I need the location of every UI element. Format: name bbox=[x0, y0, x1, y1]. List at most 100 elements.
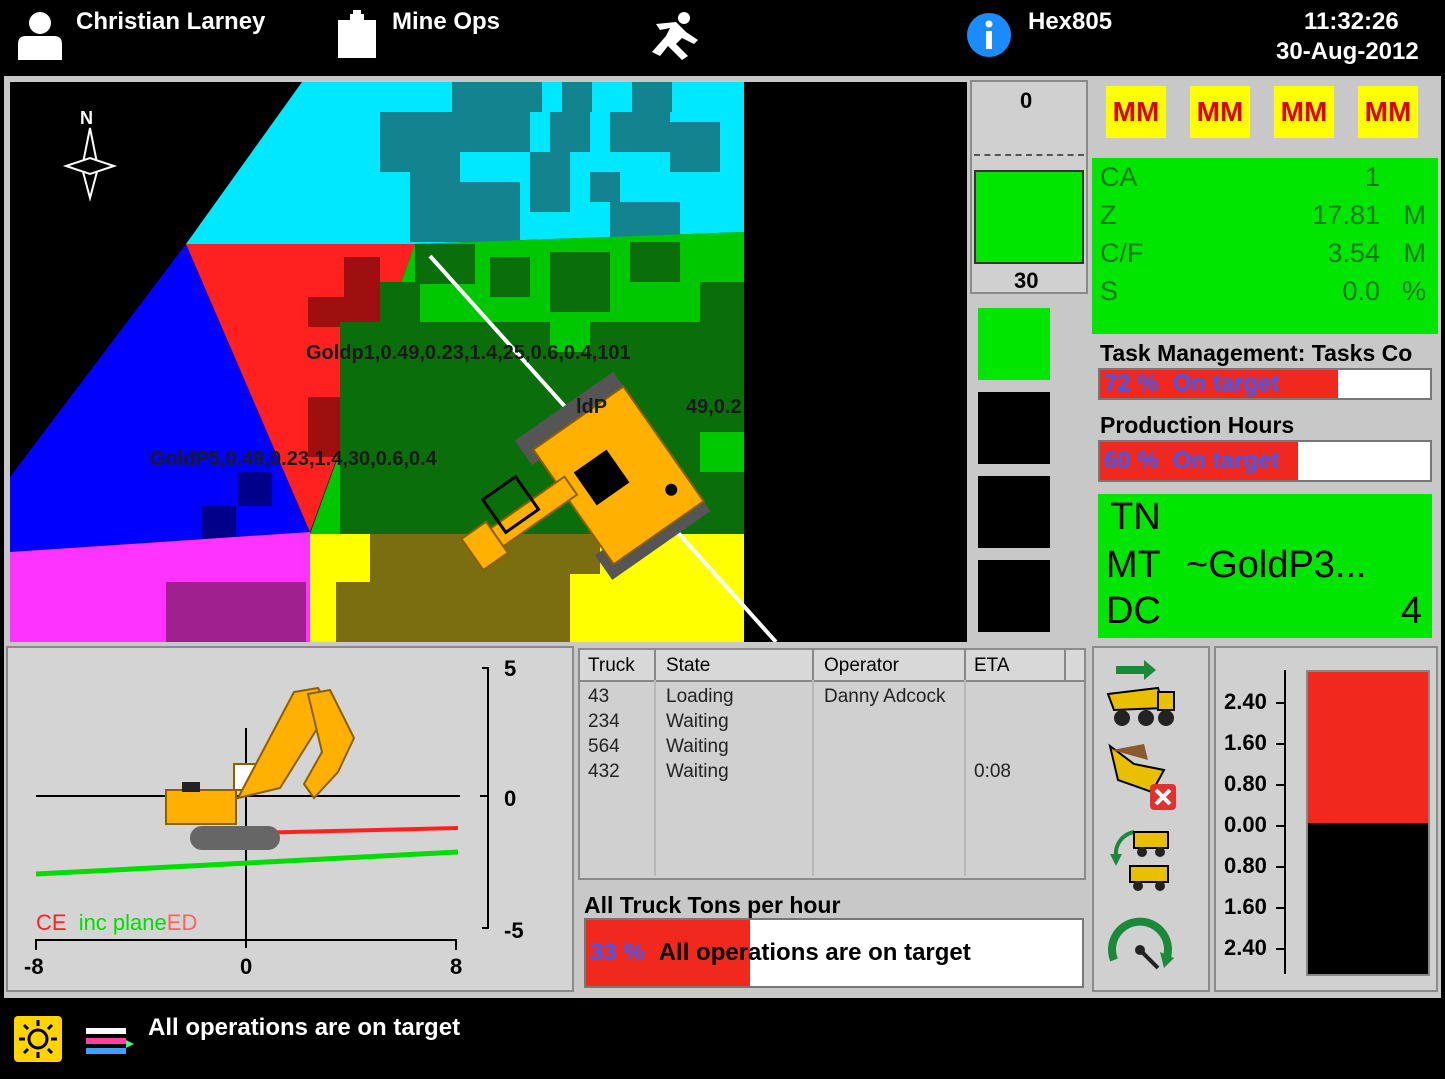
machine-id: Hex805 bbox=[1028, 8, 1113, 35]
footer-bar: All operations are on target bbox=[0, 998, 1445, 1079]
task-management-percent: 72 % bbox=[1104, 370, 1159, 397]
block-label: 49,0.2 bbox=[686, 396, 742, 418]
truck-state: Waiting bbox=[666, 711, 729, 732]
gauge-tick-label: 0.00 bbox=[1224, 812, 1267, 837]
truck-tons-title: All Truck Tons per hour bbox=[584, 892, 841, 918]
user-icon[interactable] bbox=[16, 10, 64, 60]
material-mt-key: MT bbox=[1106, 544, 1161, 586]
mm-button[interactable]: MM bbox=[1358, 86, 1418, 138]
column-header-truck[interactable]: Truck bbox=[588, 655, 635, 677]
gauge-tick-mark bbox=[1276, 866, 1286, 868]
gauge-tick-label: 1.60 bbox=[1224, 730, 1267, 755]
gauge-tick-mark bbox=[1276, 948, 1286, 950]
material-dc-value: 4 bbox=[1400, 590, 1422, 632]
mm-button[interactable]: MM bbox=[1274, 86, 1334, 138]
brightness-icon[interactable] bbox=[14, 1016, 62, 1062]
depth-fill bbox=[974, 170, 1084, 264]
table-header: Truck State Operator ETA bbox=[580, 650, 1084, 682]
info-icon[interactable] bbox=[966, 12, 1012, 58]
mm-button-bar: MM MM MM MM bbox=[1092, 80, 1438, 154]
indicator-light-2[interactable] bbox=[978, 392, 1050, 464]
production-hours-percent: 60 % bbox=[1104, 447, 1159, 474]
profile-y-tick: -5 bbox=[504, 918, 524, 943]
clock-date: 30-Aug-2012 bbox=[1276, 38, 1419, 65]
truck-operator: Danny Adcock bbox=[824, 686, 946, 707]
gauge-tick-mark bbox=[1276, 702, 1286, 704]
mm-button[interactable]: MM bbox=[1190, 86, 1250, 138]
task-management-message: On target bbox=[1172, 370, 1280, 397]
truck-state: Waiting bbox=[666, 761, 729, 782]
compass-north-label: N bbox=[80, 108, 93, 128]
gauge-tick-label: 0.80 bbox=[1224, 771, 1267, 796]
profile-x-tick: 8 bbox=[450, 954, 463, 979]
speed-gauge-icon[interactable] bbox=[1104, 910, 1180, 982]
column-header-state[interactable]: State bbox=[666, 655, 710, 677]
site-name: Mine Ops bbox=[392, 8, 501, 35]
truck-id: 432 bbox=[588, 761, 620, 782]
gauge-tick-label: 2.40 bbox=[1224, 689, 1267, 714]
gauge-tick-label: 1.60 bbox=[1224, 894, 1267, 919]
column-header-operator[interactable]: Operator bbox=[824, 655, 899, 677]
profile-y-tick: 0 bbox=[504, 786, 517, 811]
table-row[interactable]: 43 Loading Danny Adcock bbox=[580, 684, 1084, 709]
gauge-axis-line bbox=[1284, 670, 1286, 974]
user-name: Christian Larney bbox=[76, 8, 266, 35]
truck-tons-percent: 33 % bbox=[590, 939, 645, 966]
task-management-bar: 72 % On target bbox=[1098, 368, 1432, 400]
truck-eta: 0:08 bbox=[974, 761, 1011, 782]
production-hours-bar: 60 % On target bbox=[1098, 440, 1432, 482]
mm-button[interactable]: MM bbox=[1106, 86, 1166, 138]
truck-id: 564 bbox=[588, 736, 620, 757]
gauge-tick-mark bbox=[1276, 743, 1286, 745]
indicator-light-3[interactable] bbox=[978, 476, 1050, 548]
production-hours-title: Production Hours bbox=[1100, 412, 1295, 438]
legend-inc-plane: inc plane bbox=[78, 910, 167, 935]
truck-cancel-icon[interactable] bbox=[1104, 740, 1180, 812]
material-mt-value: ~GoldP3... bbox=[1186, 544, 1367, 586]
block-label: ldP bbox=[576, 396, 608, 418]
gauge-tick-mark bbox=[1276, 784, 1286, 786]
profile-y-tick: 5 bbox=[504, 656, 517, 681]
running-man-icon[interactable] bbox=[646, 10, 702, 60]
material-panel[interactable]: TN MT ~GoldP3... DC 4 bbox=[1092, 490, 1438, 642]
truck-state: Loading bbox=[666, 686, 734, 707]
truck-tons-panel[interactable]: All Truck Tons per hour 33 % All operatio… bbox=[578, 886, 1086, 992]
task-management-panel[interactable]: Task Management: Tasks Co 72 % On target bbox=[1092, 338, 1438, 404]
status-row-s: S 0.0% bbox=[1100, 276, 1426, 306]
indicator-light-1[interactable] bbox=[978, 308, 1050, 380]
pit-map[interactable]: N Goldp1,0.49,0.23,1.4,25,0.6,0.4,101 Go… bbox=[10, 82, 967, 642]
indicator-light-4[interactable] bbox=[978, 560, 1050, 632]
profile-view[interactable]: 5 0 -5 -8 0 8 CE inc planeED bbox=[6, 646, 574, 992]
truck-swap-icon[interactable] bbox=[1104, 826, 1180, 898]
table-row[interactable]: 432 Waiting 0:08 bbox=[580, 759, 1084, 784]
legend-ce: CE bbox=[36, 910, 67, 935]
table-row[interactable]: 234 Waiting bbox=[580, 709, 1084, 734]
gauge-tick-mark bbox=[1276, 825, 1286, 827]
elevation-gauge: 2.40 1.60 0.80 0.00 0.80 1.60 2.40 bbox=[1214, 646, 1438, 992]
truck-id: 43 bbox=[588, 686, 610, 707]
column-header-eta[interactable]: ETA bbox=[974, 655, 1010, 677]
production-hours-panel[interactable]: Production Hours 60 % On target bbox=[1092, 408, 1438, 486]
truck-tons-message: All operations are on target bbox=[658, 939, 971, 966]
gauge-tick-label: 0.80 bbox=[1224, 853, 1267, 878]
gauge-tick-label: 2.40 bbox=[1224, 935, 1267, 960]
block-label: Goldp1,0.49,0.23,1.4,25,0.6,0.4,101 bbox=[306, 342, 631, 364]
depth-scale: 0 30 bbox=[970, 80, 1088, 294]
production-hours-message: On target bbox=[1172, 447, 1280, 474]
material-dc-key: DC bbox=[1106, 590, 1161, 632]
truck-dispatch-icon[interactable] bbox=[1104, 658, 1180, 730]
profile-legend: CE inc planeED bbox=[36, 910, 197, 936]
message-list-icon[interactable] bbox=[86, 1026, 134, 1056]
indicator-column bbox=[970, 298, 1088, 642]
clock-time: 11:32:26 bbox=[1304, 8, 1399, 35]
gauge-tick-mark bbox=[1276, 907, 1286, 909]
compass-icon: N bbox=[62, 106, 118, 202]
gauge-lower-fill bbox=[1308, 823, 1428, 974]
truck-state: Waiting bbox=[666, 736, 729, 757]
status-row-cf: C/F 3.54 M bbox=[1100, 238, 1426, 268]
task-management-title: Task Management: Tasks Co bbox=[1100, 340, 1413, 366]
clipboard-icon[interactable] bbox=[336, 10, 378, 58]
profile-x-tick: -8 bbox=[24, 954, 44, 979]
truck-table[interactable]: Truck State Operator ETA 43 Loading Dann… bbox=[578, 648, 1086, 880]
table-row[interactable]: 564 Waiting bbox=[580, 734, 1084, 759]
